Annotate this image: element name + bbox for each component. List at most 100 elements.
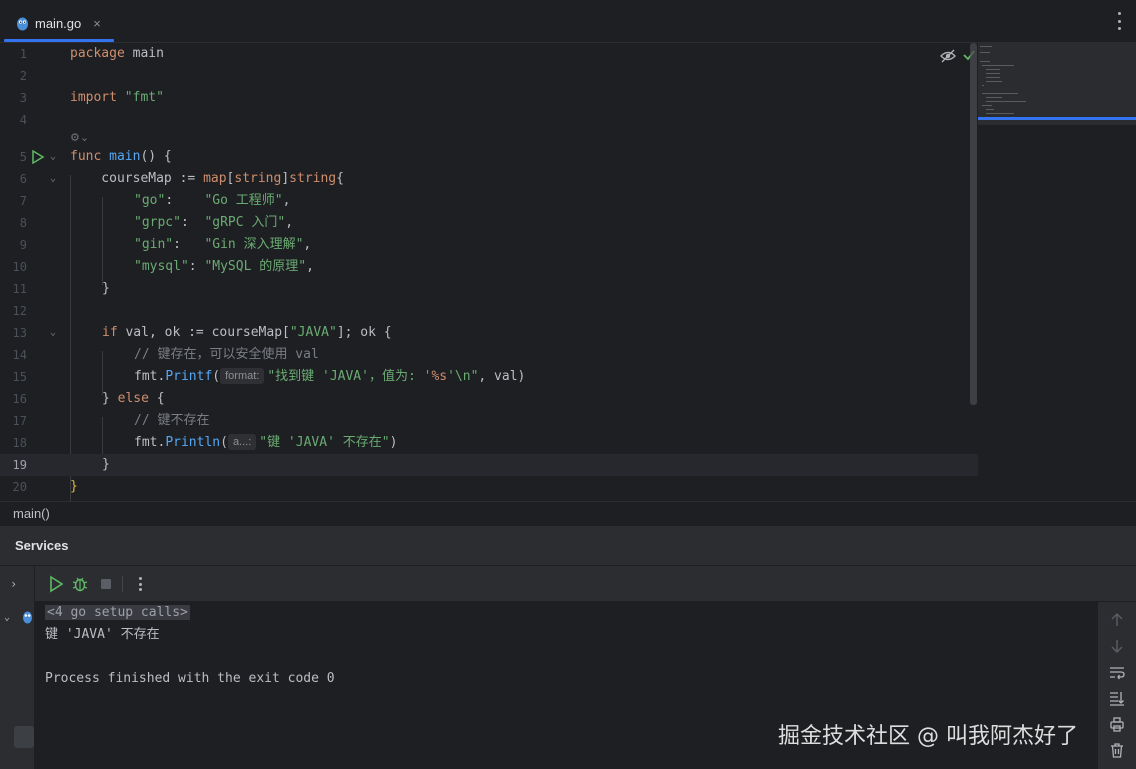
inlay-settings-icon[interactable]: ⚙⌄ [70,131,89,144]
line-number: 16 [12,392,27,406]
close-icon[interactable]: × [93,16,101,31]
console-line: Process finished with the exit code 0 [45,671,335,686]
line-number: 3 [19,91,27,105]
more-vertical-icon[interactable] [131,575,149,593]
services-title: Services [0,526,1136,566]
code-line: 12 [0,300,978,322]
line-number: 20 [12,480,27,494]
watermark-text: 掘金技术社区 @ 叫我阿杰好了 [778,724,1078,749]
code-line: 5 func main() { [0,146,978,168]
code-line: 10 "mysql": "MySQL 的原理", [0,256,978,278]
code-text: "gin": "Gin 深入理解", [134,237,312,252]
code-line: 1 package main [0,43,978,65]
code-text: } [102,457,110,472]
code-text: import "fmt" [70,90,164,105]
code-line: 15 fmt.Printf(format: "找到键 'JAVA'，值为: '%s'… [0,366,978,388]
scroll-to-end-icon[interactable] [1109,690,1125,706]
code-text: fmt.Println(a...: "键 'JAVA' 不存在") [134,434,398,450]
console-line: 键 'JAVA' 不存在 [45,627,160,642]
minimap-viewport[interactable] [978,43,1136,125]
line-number: 19 [12,458,27,472]
code-text: } else { [102,391,165,406]
tree-item-selected[interactable] [14,726,34,748]
code-line: 14 // 键存在，可以安全使用 val [0,344,978,366]
code-text: package main [70,46,164,61]
code-line: 13 if val, ok := courseMap["JAVA"]; ok { [0,322,978,344]
code-text: if val, ok := courseMap["JAVA"]; ok { [102,325,392,340]
line-number: 9 [19,238,27,252]
code-text: fmt.Printf(format: "找到键 'JAVA'，值为: '%s'\n… [134,368,526,384]
line-number: 15 [12,370,27,384]
arrow-down-icon[interactable] [1109,638,1125,654]
line-number: 13 [12,326,27,340]
reader-mode-icon[interactable] [940,49,956,63]
code-text: } [102,281,110,296]
minimap-current-line [978,117,1136,120]
code-line: 2 [0,65,978,87]
folded-setup-calls[interactable]: <4 go setup calls> [45,605,190,620]
line-number: 17 [12,414,27,428]
line-number: 6 [19,172,27,186]
run-icon[interactable] [31,150,45,164]
trash-icon[interactable] [1109,742,1125,758]
code-line: 17 // 键不存在 [0,410,978,432]
parameter-hint: a...: [227,434,257,450]
go-service-icon[interactable] [22,610,33,624]
line-number: 18 [12,436,27,450]
vertical-scrollbar[interactable] [970,43,977,405]
code-text: } [70,479,78,494]
chevron-right-icon[interactable]: › [10,577,17,591]
code-line: 20} [0,476,978,498]
arrow-up-icon[interactable] [1109,612,1125,628]
code-line: 18 fmt.Println(a...: "键 'JAVA' 不存在") [0,432,978,454]
tab-label: main.go [35,15,82,31]
services-toolbar [35,566,1136,602]
code-line: 3 import "fmt" [0,87,978,109]
toolbar-separator [122,576,123,592]
editor-tab-bar: main.go × [0,0,1136,43]
code-line: 8 "grpc": "gRPC 入门", [0,212,978,234]
code-comment: // 键不存在 [134,413,210,428]
debug-icon[interactable] [71,575,89,593]
code-text: "grpc": "gRPC 入门", [134,215,294,230]
code-text: courseMap := map[string]string{ [70,171,344,186]
run-icon[interactable] [47,575,65,593]
console-toolbar [1097,602,1136,769]
parameter-hint: format: [220,368,265,384]
line-number: 5 [19,150,27,164]
go-file-icon [17,17,28,30]
code-line: 4 [0,109,978,131]
line-number: 2 [19,69,27,83]
fold-icon[interactable]: ⌄ [50,328,60,338]
line-number: 12 [12,304,27,318]
tab-main-go[interactable]: main.go × [6,5,114,41]
code-comment: // 键存在，可以安全使用 val [134,347,319,362]
code-line: 16 } else { [0,388,978,410]
code-text: "mysql": "MySQL 的原理", [134,259,314,274]
print-icon[interactable] [1109,716,1125,732]
more-vertical-icon[interactable] [1116,12,1122,30]
soft-wrap-icon[interactable] [1109,664,1125,680]
active-tab-indicator [4,39,114,42]
code-line: 9 "gin": "Gin 深入理解", [0,234,978,256]
fold-icon[interactable]: ⌄ [50,174,60,184]
line-number: 7 [19,194,27,208]
line-number: 14 [12,348,27,362]
code-line: 6 courseMap := map[string]string{ [0,168,978,190]
code-line: 11} [0,278,978,300]
fold-icon[interactable]: ⌄ [50,152,60,162]
code-text: func main() { [70,149,172,164]
breadcrumb[interactable]: main() [0,501,1136,526]
code-line: 7 "go": "Go 工程师", [0,190,978,212]
line-number: 8 [19,216,27,230]
stop-icon[interactable] [97,575,115,593]
console-line: <4 go setup calls> [45,602,190,624]
line-number: 10 [12,260,27,274]
line-number: 1 [19,47,27,61]
code-text: "go": "Go 工程师", [134,193,291,208]
chevron-down-icon[interactable]: ⌄ [4,612,10,623]
line-number: 4 [19,113,27,127]
code-editor[interactable]: 1 package main 2 3 import "fmt" 4 ⚙⌄ 5 func… [0,43,1136,501]
line-number: 11 [12,282,27,296]
code-line-current: 19} [0,454,978,476]
